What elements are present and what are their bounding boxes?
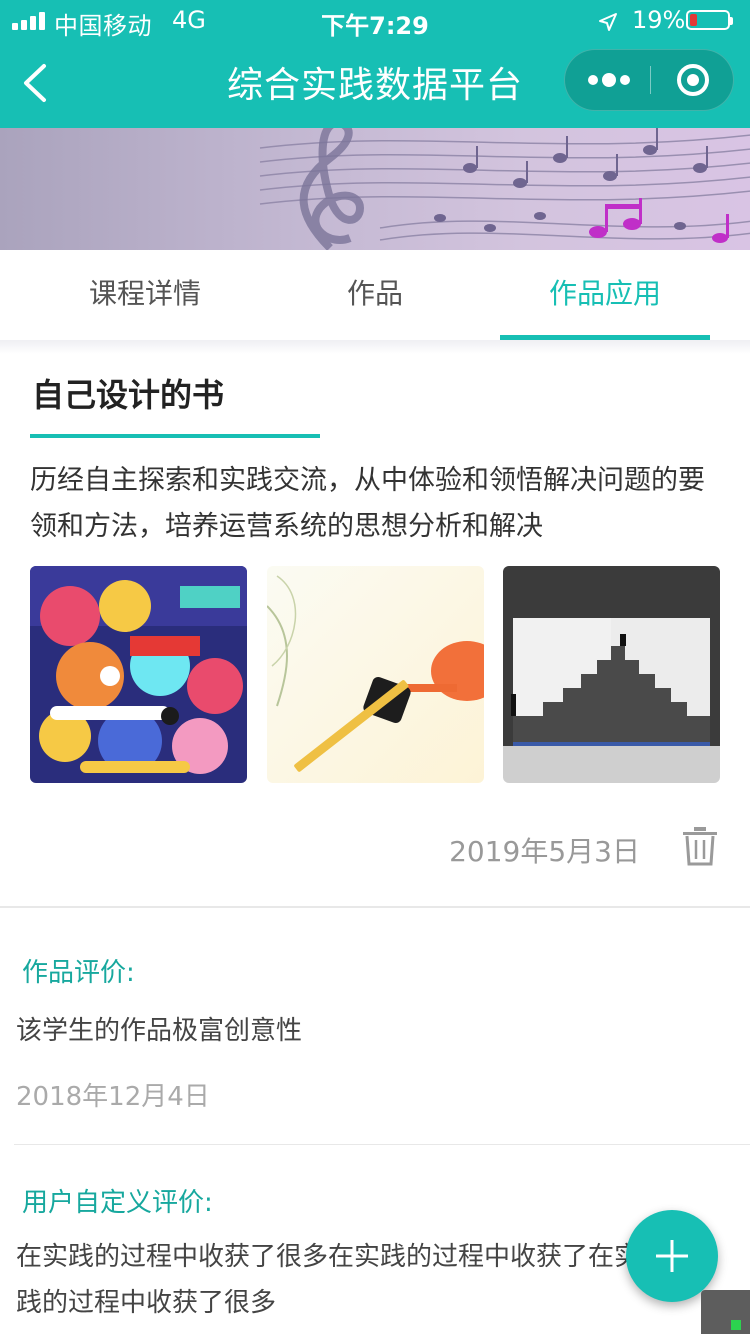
add-button[interactable] <box>626 1210 718 1302</box>
title-underline <box>30 434 320 438</box>
music-notes-illustration <box>259 128 750 250</box>
trash-icon <box>683 827 717 866</box>
work-date: 2019年5月3日 <box>449 835 640 868</box>
status-bar: 中国移动 4G 下午7:29 19% <box>0 0 750 40</box>
top-header: 中国移动 4G 下午7:29 19% 综合实践数据平台 <box>0 0 750 128</box>
section-divider <box>0 906 750 908</box>
location-arrow-icon <box>598 10 618 38</box>
tab-shadow <box>0 340 750 354</box>
work-image-1[interactable] <box>30 566 247 783</box>
work-title: 自己设计的书 <box>32 376 225 414</box>
custom-evaluation-label: 用户自定义评价: <box>22 1188 213 1218</box>
work-image-3[interactable] <box>503 566 720 783</box>
close-button[interactable] <box>651 50 735 110</box>
tab-course-details[interactable]: 课程详情 <box>30 250 260 340</box>
target-circle-icon <box>677 64 709 96</box>
section-divider <box>14 1144 750 1145</box>
tab-bar: 课程详情 作品 作品应用 <box>0 250 750 340</box>
tab-works[interactable]: 作品 <box>260 250 490 340</box>
eraser-and-pencil-photo <box>267 566 484 783</box>
evaluation-date: 2018年12月4日 <box>16 1082 210 1112</box>
more-dots-icon <box>588 73 630 87</box>
work-description: 历经自主探索和实践交流，从中体验和领悟解决问题的要领和方法，培养运营系统的思想分… <box>30 465 705 542</box>
mini-program-capsule <box>564 49 734 111</box>
more-button[interactable] <box>565 50 650 110</box>
battery-percent: 19% <box>632 6 686 34</box>
status-indicator-icon <box>731 1320 741 1330</box>
delete-button[interactable] <box>680 824 720 868</box>
tab-work-application[interactable]: 作品应用 <box>490 250 720 340</box>
battery-icon <box>686 10 733 30</box>
debug-widget[interactable] <box>701 1290 750 1334</box>
evaluation-label: 作品评价: <box>22 958 135 988</box>
work-image-2[interactable] <box>267 566 484 783</box>
custom-evaluation-text: 在实践的过程中收获了很多在实践的过程中收获了在实践的过程中收获了很多 <box>16 1242 641 1318</box>
course-banner <box>0 128 750 250</box>
staircase-book-spread <box>503 566 720 783</box>
plus-icon <box>656 1240 688 1272</box>
evaluation-text: 该学生的作品极富创意性 <box>16 1016 303 1046</box>
colorful-illustration-poster <box>30 566 247 783</box>
